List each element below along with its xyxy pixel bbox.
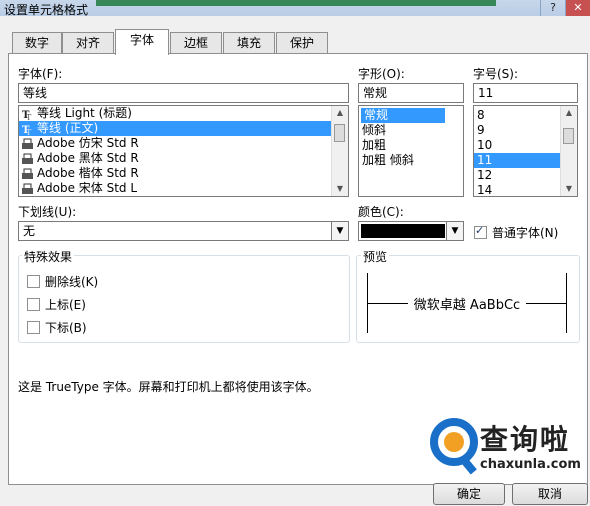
size-list-item-selected[interactable]: 11 <box>474 153 560 168</box>
printer-font-icon <box>22 153 33 165</box>
effects-title: 特殊效果 <box>22 248 75 265</box>
font-list-item[interactable]: Adobe 楷体 Std R <box>19 166 348 181</box>
scroll-up-icon[interactable]: ▲ <box>561 106 577 120</box>
color-swatch <box>361 224 445 238</box>
underline-select[interactable]: 无 ▼ <box>18 221 349 241</box>
printer-font-icon <box>22 168 33 180</box>
printer-font-icon <box>22 183 33 195</box>
color-picker[interactable]: ▼ <box>358 221 464 241</box>
watermark-logo: 查询啦 chaxunla.com <box>420 412 590 484</box>
color-label: 颜色(C): <box>358 205 404 219</box>
style-input[interactable]: 常规 <box>358 83 464 103</box>
checkbox-icon[interactable] <box>27 321 40 334</box>
font-list-scrollbar[interactable]: ▲ ▼ <box>331 106 348 196</box>
truetype-icon: TT <box>22 123 33 137</box>
scroll-down-icon[interactable]: ▼ <box>561 182 577 196</box>
watermark-site: chaxunla.com <box>480 457 581 472</box>
size-label: 字号(S): <box>473 67 519 81</box>
strikethrough-label: 删除线(K) <box>45 275 99 289</box>
preview-border-left <box>367 273 368 333</box>
underline-label: 下划线(U): <box>18 205 77 219</box>
checkbox-icon[interactable] <box>27 275 40 288</box>
font-list-item[interactable]: Adobe 黑体 Std R <box>19 151 348 166</box>
title-bar: 设置单元格格式 ? ✕ <box>0 0 590 17</box>
printer-font-icon <box>22 138 33 150</box>
scroll-up-icon[interactable]: ▲ <box>332 106 348 120</box>
close-icon: ✕ <box>573 1 583 14</box>
style-list[interactable]: 常规 倾斜 加粗 加粗 倾斜 <box>358 105 464 197</box>
tab-number[interactable]: 数字 <box>12 32 62 54</box>
tab-protection[interactable]: 保护 <box>276 32 328 54</box>
underline-value: 无 <box>23 224 36 238</box>
font-input[interactable]: 等线 <box>18 83 349 103</box>
preview-box: 微软卓越 AaBbCc <box>367 273 567 333</box>
font-list-item[interactable]: Adobe 宋体 Std L <box>19 181 348 196</box>
tab-fill[interactable]: 填充 <box>223 32 275 54</box>
tab-border[interactable]: 边框 <box>170 32 222 54</box>
style-list-item-selected[interactable]: 常规 <box>361 108 445 123</box>
style-list-item[interactable]: 加粗 倾斜 <box>359 153 463 168</box>
normal-font-checkbox[interactable]: 普通字体(N) <box>474 224 558 241</box>
size-input[interactable]: 11 <box>473 83 578 103</box>
close-button[interactable]: ✕ <box>565 0 590 16</box>
svg-text:T: T <box>26 113 32 120</box>
font-list-item[interactable]: Adobe 仿宋 Std R <box>19 136 348 151</box>
window-title: 设置单元格格式 <box>4 3 89 17</box>
normal-font-label: 普通字体(N) <box>492 226 559 240</box>
help-button[interactable]: ? <box>540 0 565 16</box>
strikethrough-checkbox[interactable]: 删除线(K) <box>27 273 98 290</box>
chevron-down-icon[interactable]: ▼ <box>446 222 463 240</box>
font-label: 字体(F): <box>18 67 63 81</box>
chevron-down-icon[interactable]: ▼ <box>331 222 348 240</box>
tab-alignment[interactable]: 对齐 <box>62 32 114 54</box>
preview-title: 预览 <box>361 248 390 265</box>
scroll-down-icon[interactable]: ▼ <box>332 182 348 196</box>
window-controls: ? ✕ <box>510 0 590 16</box>
truetype-icon: TT <box>22 108 33 122</box>
preview-text: 微软卓越 AaBbCc <box>407 298 527 313</box>
ok-button[interactable]: 确定 <box>433 483 505 505</box>
style-list-item[interactable]: 倾斜 <box>359 123 463 138</box>
watermark-brand: 查询啦 <box>480 423 571 456</box>
superscript-label: 上标(E) <box>45 298 86 312</box>
superscript-checkbox[interactable]: 上标(E) <box>27 296 86 313</box>
scroll-thumb[interactable] <box>563 128 574 144</box>
checkbox-icon[interactable] <box>27 298 40 311</box>
background-sheet-strip <box>96 0 496 6</box>
font-list[interactable]: T T 等线 Light (标题) T T 等线 (正文) Adobe 仿宋 Std R… <box>18 105 349 197</box>
preview-border-right <box>566 273 567 333</box>
subscript-label: 下标(B) <box>45 321 87 335</box>
tab-font[interactable]: 字体 <box>115 29 169 55</box>
font-list-item[interactable]: T T 等线 Light (标题) <box>19 106 348 122</box>
checkbox-icon[interactable] <box>474 224 487 239</box>
preview-text-wrap: 微软卓越 AaBbCc <box>367 294 567 313</box>
cancel-button[interactable]: 取消 <box>512 483 588 505</box>
size-list-scrollbar[interactable]: ▲ ▼ <box>560 106 577 196</box>
font-list-item-selected[interactable]: T T 等线 (正文) <box>19 121 348 137</box>
style-list-item[interactable]: 加粗 <box>359 138 463 153</box>
info-text: 这是 TrueType 字体。屏幕和打印机上都将使用该字体。 <box>18 380 319 394</box>
style-label: 字形(O): <box>358 67 405 81</box>
scroll-thumb[interactable] <box>334 124 345 142</box>
subscript-checkbox[interactable]: 下标(B) <box>27 319 87 336</box>
size-list[interactable]: 8 9 10 11 12 14 ▲ ▼ <box>473 105 578 197</box>
svg-text:T: T <box>26 128 32 135</box>
